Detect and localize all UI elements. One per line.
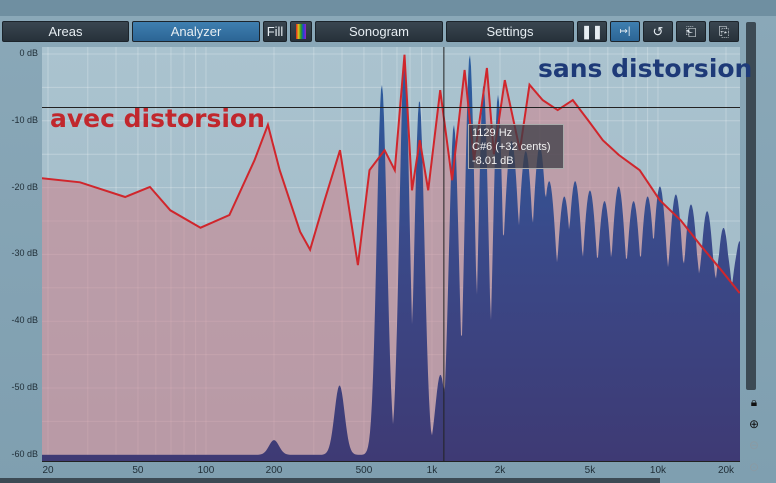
import-icon: ⎗ bbox=[685, 23, 697, 39]
y-tick-label: -40 dB bbox=[11, 315, 38, 326]
x-tick-label: 20k bbox=[717, 465, 735, 476]
zoom-out-icon[interactable]: ⊖ bbox=[747, 438, 761, 452]
zoom-reset-icon[interactable]: ⊙ bbox=[747, 460, 761, 474]
x-tick-label: 100 bbox=[197, 465, 215, 476]
export-button[interactable]: ⎘ bbox=[709, 21, 739, 42]
sonogram-button[interactable]: Sonogram bbox=[315, 21, 443, 42]
y-tick-label: -30 dB bbox=[11, 248, 38, 259]
freeze-button[interactable]: ↦| bbox=[610, 21, 640, 42]
y-tick-label: -10 dB bbox=[11, 114, 38, 125]
x-tick-label: 1k bbox=[426, 465, 438, 476]
x-tick-label: 500 bbox=[355, 465, 373, 476]
settings-button[interactable]: Settings bbox=[446, 21, 574, 42]
x-tick-label: 10k bbox=[649, 465, 667, 476]
arrow-to-bar-icon: ↦| bbox=[619, 26, 631, 37]
fill-button[interactable]: Fill bbox=[263, 21, 287, 42]
export-icon: ⎘ bbox=[718, 23, 730, 39]
y-tick-label: 0 dB bbox=[19, 48, 38, 58]
spectrum-colors-icon bbox=[296, 24, 306, 39]
x-tick-label: 200 bbox=[265, 465, 283, 476]
y-tick-label: -60 dB bbox=[11, 448, 38, 459]
x-tick-label: 2k bbox=[494, 465, 506, 476]
lock-icon[interactable]: 🔒︎ bbox=[747, 395, 761, 409]
reset-button[interactable]: ↺ bbox=[643, 21, 673, 42]
y-tick-label: -50 dB bbox=[11, 382, 38, 392]
y-tick-label: -20 dB bbox=[11, 181, 38, 192]
tooltip-frequency: 1129 Hz bbox=[472, 127, 513, 139]
x-tick-label: 20 bbox=[42, 465, 54, 476]
pause-icon: ❚❚ bbox=[581, 23, 603, 39]
cursor-tooltip: 1129 Hz C#6 (+32 cents) -8.01 dB bbox=[468, 124, 564, 169]
tooltip-note: C#6 (+32 cents) bbox=[472, 141, 551, 153]
color-palette-button[interactable] bbox=[290, 21, 312, 42]
import-button[interactable]: ⎗ bbox=[676, 21, 706, 42]
x-tick-label: 50 bbox=[132, 465, 144, 476]
blue-curve-label: sans distorsion bbox=[538, 54, 753, 83]
tooltip-level: -8.01 dB bbox=[472, 155, 514, 167]
areas-button[interactable]: Areas bbox=[2, 21, 129, 42]
analyzer-button[interactable]: Analyzer bbox=[132, 21, 260, 42]
red-curve-label: avec distorsion bbox=[50, 104, 265, 133]
undo-icon: ↺ bbox=[652, 23, 664, 39]
toolbar: Areas Analyzer Fill Sonogram Settings ❚❚… bbox=[2, 21, 739, 42]
title-strip bbox=[0, 0, 776, 16]
horizontal-scrollbar[interactable] bbox=[0, 478, 660, 483]
x-tick-label: 5k bbox=[584, 465, 596, 476]
zoom-in-icon[interactable]: ⊕ bbox=[747, 417, 761, 431]
pause-button[interactable]: ❚❚ bbox=[577, 21, 607, 42]
